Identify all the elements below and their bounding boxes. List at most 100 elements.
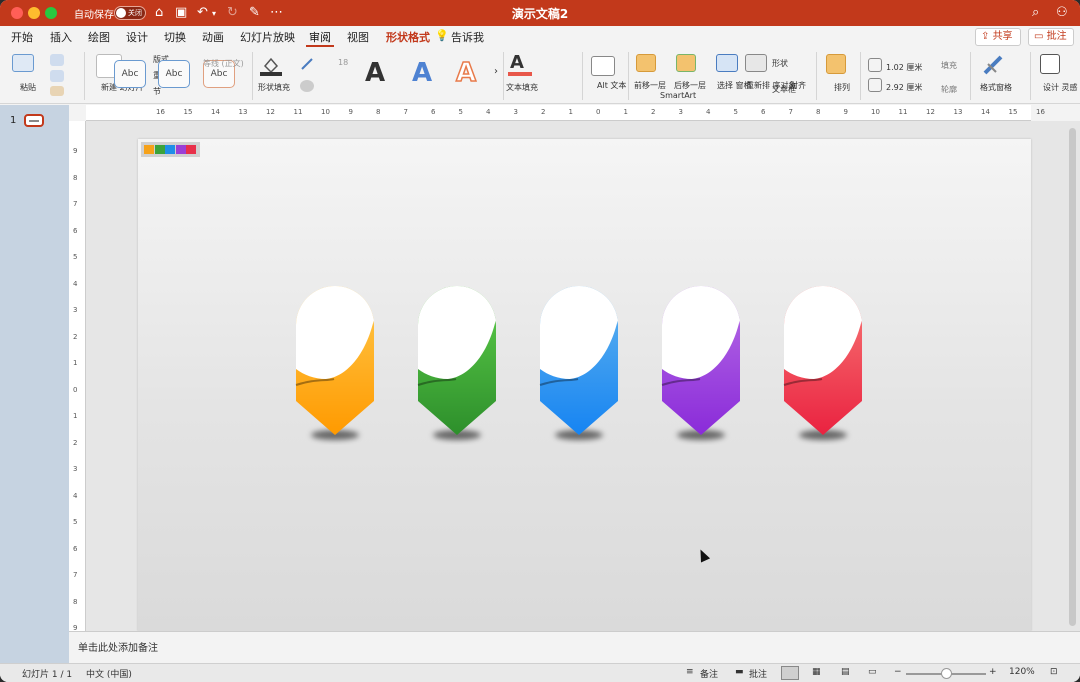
zoom-level[interactable]: 120% [1009, 667, 1035, 677]
ruler-tick-label: 4 [73, 491, 78, 500]
tab-slideshow[interactable]: 幻灯片放映 [240, 29, 295, 47]
format-pane-icon[interactable] [982, 54, 1006, 76]
comment-icon[interactable]: ▬ [735, 667, 744, 677]
marker-blue[interactable] [539, 286, 618, 440]
text-fill-icon[interactable]: A [510, 52, 524, 73]
close-window-button[interactable] [11, 7, 23, 19]
toggle-knob [116, 8, 126, 18]
pen-outline-icon[interactable] [300, 56, 314, 70]
selection-pane-icon[interactable] [716, 54, 738, 72]
font-size-field[interactable]: 18 [338, 58, 348, 67]
marker-shapes-group[interactable] [290, 285, 890, 455]
slide-thumbnail[interactable] [24, 114, 44, 127]
swatch-color [154, 145, 165, 154]
bring-forward-icon[interactable] [636, 54, 656, 72]
text-style-outline[interactable]: A [455, 57, 477, 89]
width-field[interactable]: 2.92 厘米 [886, 82, 922, 93]
arrange-icon[interactable] [826, 54, 846, 74]
swatch-color [186, 145, 196, 154]
ribbon: 粘贴 新建 幻灯片 版式 重置 节 Abc Abc Abc 等线 (正文) 形状… [0, 48, 1080, 104]
language-indicator[interactable]: 中文 (中国) [86, 667, 132, 680]
zoom-slider-handle[interactable] [941, 668, 952, 679]
maximize-window-button[interactable] [45, 7, 57, 19]
alt-text-icon[interactable] [591, 56, 615, 76]
ruler-tick-label: 1 [568, 108, 573, 116]
search-icon[interactable]: ⌕ [1032, 5, 1039, 20]
tab-shape-format[interactable]: 形状格式 [386, 29, 430, 47]
reorder-objects-icon[interactable] [745, 54, 767, 72]
format-painter-icon[interactable] [50, 86, 64, 96]
undo-icon[interactable]: ↶ [197, 5, 208, 20]
minimize-window-button[interactable] [28, 7, 40, 19]
tab-design[interactable]: 设计 [126, 29, 148, 47]
shape-fill-label: 形状填充 [258, 83, 290, 92]
ruler-tick-label: 16 [1036, 108, 1045, 116]
outline-label[interactable]: 轮廓 [941, 84, 957, 95]
home-icon[interactable]: ⌂ [155, 5, 163, 20]
copy-icon[interactable] [50, 70, 64, 82]
tab-home[interactable]: 开始 [11, 29, 33, 47]
notes-icon[interactable]: ≡ [686, 667, 694, 677]
send-backward-icon[interactable] [676, 54, 696, 72]
more-icon[interactable]: ⋯ [270, 5, 283, 20]
chevron-right-icon[interactable]: › [494, 66, 498, 77]
ruler-tick-label: 9 [73, 147, 78, 155]
paste-icon[interactable] [12, 54, 34, 72]
bring-forward-label: 前移一层 [634, 81, 666, 90]
design-ideas-icon[interactable] [1040, 54, 1060, 74]
text-style-blue[interactable]: A [412, 58, 432, 88]
tab-tell-me[interactable]: 告诉我 [451, 29, 484, 47]
slide-sorter-icon[interactable]: ▦ [812, 667, 821, 677]
ruler-tick-label: 4 [706, 108, 711, 116]
cut-icon[interactable] [50, 54, 64, 66]
shape-style-preview-1[interactable]: Abc [114, 60, 146, 88]
ruler-tick-label: 12 [926, 108, 935, 116]
comments-toggle[interactable]: 批注 [749, 667, 767, 680]
zoom-in-icon[interactable]: + [989, 667, 997, 677]
reading-view-icon[interactable]: ▤ [841, 667, 850, 677]
tab-review[interactable]: 审阅 [306, 29, 334, 47]
ribbon-separator [628, 52, 629, 100]
zoom-out-icon[interactable]: − [894, 667, 902, 677]
marker-red[interactable] [783, 286, 862, 440]
color-swatch-strip[interactable] [141, 142, 200, 157]
marker-purple[interactable] [661, 286, 740, 440]
autosave-state: 关闭 [128, 9, 142, 17]
save-icon[interactable]: ▣ [175, 5, 187, 20]
ruler-tick-label: 11 [293, 108, 303, 116]
text-style-black[interactable]: A [365, 58, 385, 88]
tab-view[interactable]: 视图 [347, 29, 369, 47]
fill-label[interactable]: 填充 [941, 60, 957, 71]
font-name-field[interactable]: 等线 (正文) [203, 58, 244, 69]
slide-counter: 幻灯片 1 / 1 [22, 670, 73, 680]
shape-effects-icon[interactable] [300, 80, 314, 92]
tab-transitions[interactable]: 切换 [164, 29, 186, 47]
comments-button[interactable]: ▭ 批注 [1028, 28, 1074, 46]
align-label[interactable]: 对齐 [790, 80, 806, 91]
fit-to-window-icon[interactable]: ⊡ [1050, 667, 1058, 677]
edit-icon[interactable]: ✎ [249, 5, 260, 20]
shape-style-preview-2[interactable]: Abc [158, 60, 190, 88]
notes-toggle[interactable]: 备注 [700, 667, 718, 680]
vertical-scrollbar[interactable] [1069, 128, 1076, 626]
format-pane-label: 格式窗格 [980, 83, 1012, 92]
ruler-tick-label: 8 [816, 108, 821, 116]
share-button[interactable]: ⇪ 共享 [975, 28, 1021, 46]
height-field[interactable]: 1.02 厘米 [886, 62, 922, 73]
account-icon[interactable]: ⚇ [1056, 5, 1068, 20]
slideshow-icon[interactable]: ▭ [868, 667, 877, 677]
tab-draw[interactable]: 绘图 [88, 29, 110, 47]
ruler-tick-label: 1 [73, 412, 78, 420]
marker-orange[interactable] [295, 286, 374, 440]
section-label[interactable]: 节 [153, 86, 161, 97]
marker-green[interactable] [417, 286, 496, 440]
autosave-toggle[interactable]: 关闭 [114, 6, 146, 20]
chevron-down-icon[interactable]: ▾ [212, 9, 216, 18]
notes-pane[interactable]: 单击此处添加备注 [69, 631, 1080, 663]
ruler-tick-label: 8 [73, 597, 78, 606]
tab-insert[interactable]: 插入 [50, 29, 72, 47]
normal-view-icon[interactable] [781, 666, 799, 680]
shape-label[interactable]: 形状 [772, 58, 788, 69]
tab-animations[interactable]: 动画 [202, 29, 224, 47]
paint-bucket-icon[interactable] [260, 54, 282, 76]
